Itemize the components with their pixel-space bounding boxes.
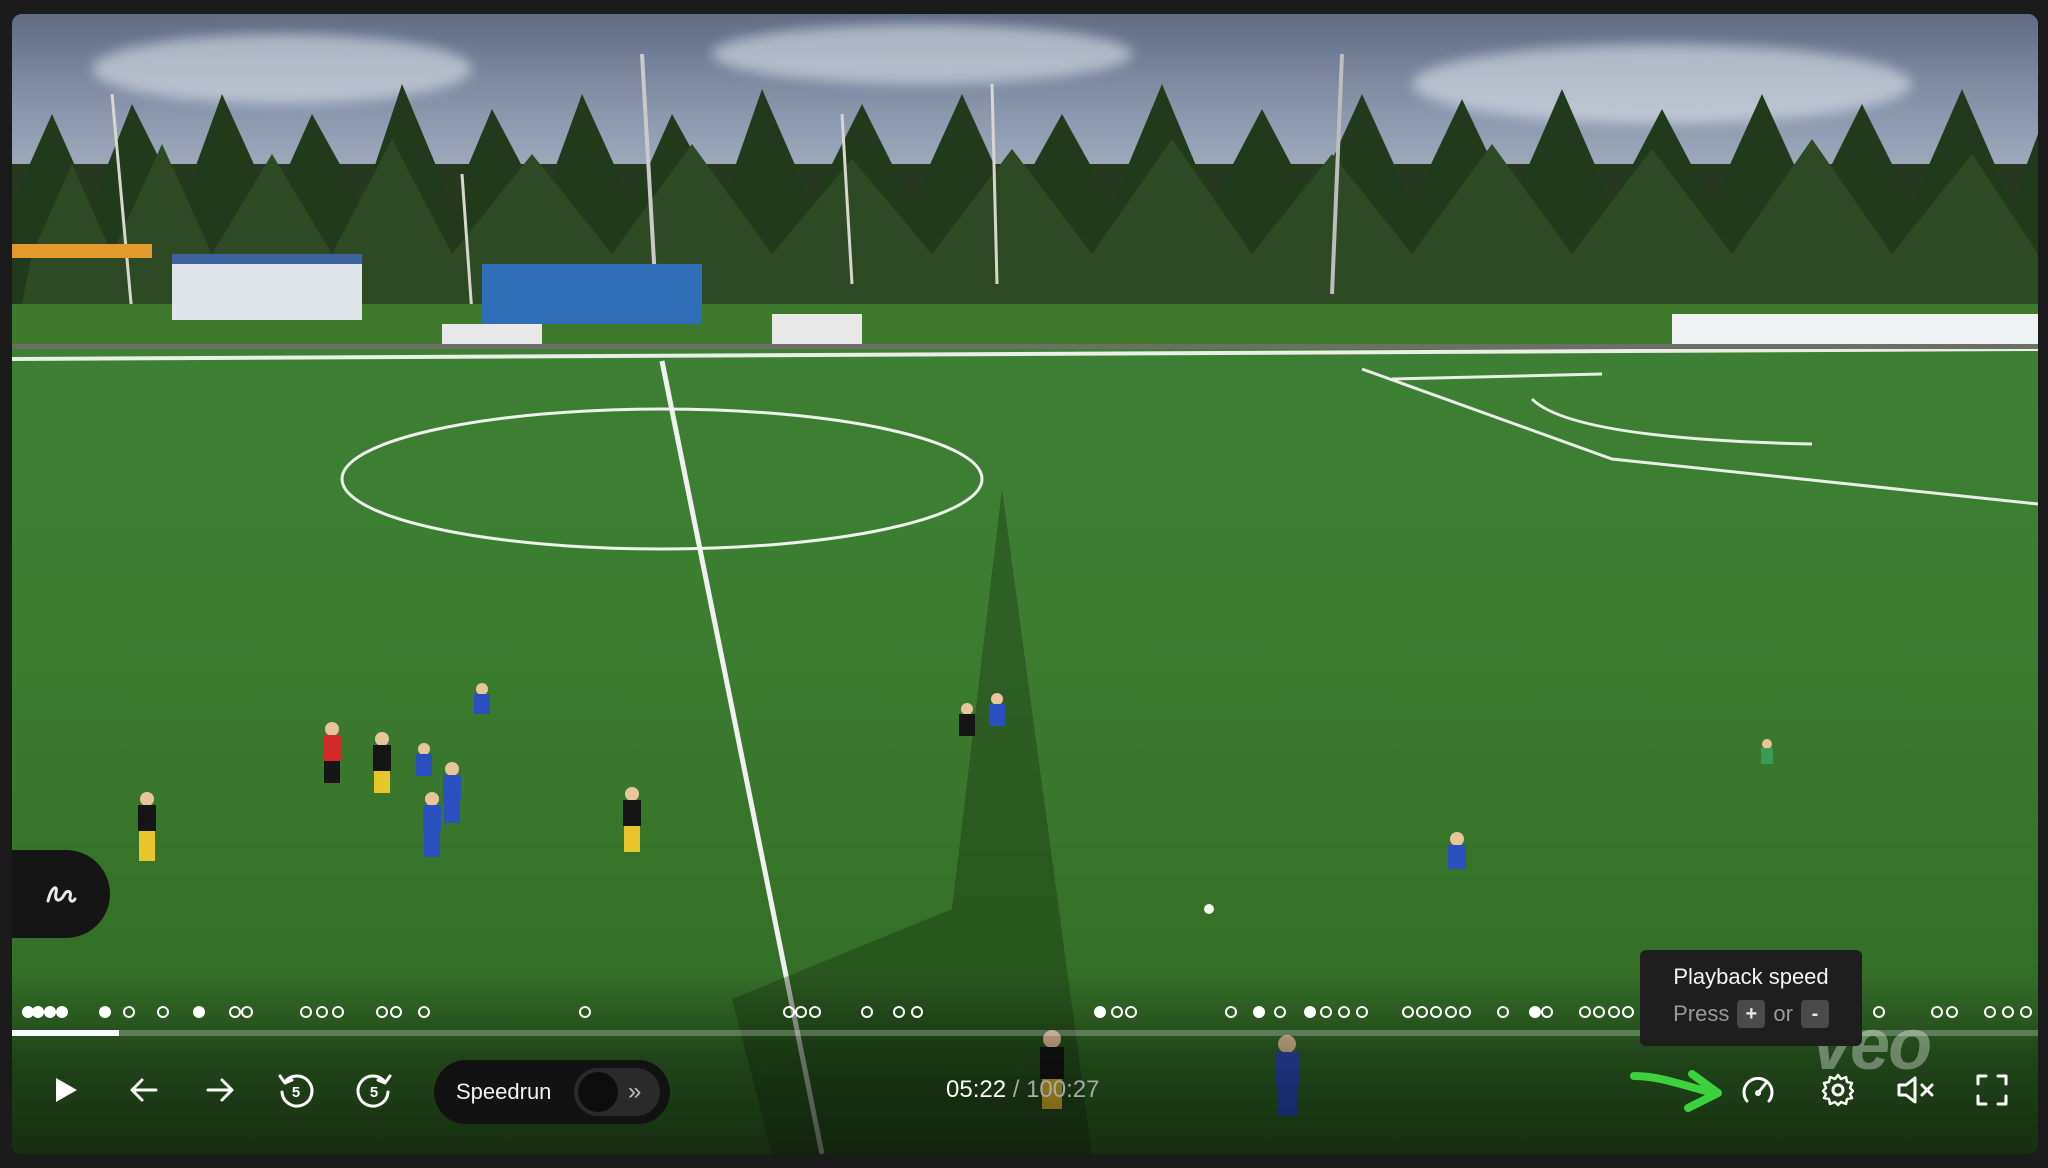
double-chevron-right-icon: » [628, 1078, 642, 1105]
rewind-5-icon: 5 [278, 1074, 314, 1108]
timeline-event-marker[interactable] [1274, 1006, 1286, 1018]
timeline-event-marker[interactable] [157, 1006, 169, 1018]
timeline-event-marker[interactable] [56, 1006, 68, 1018]
forward-5-icon: 5 [356, 1074, 392, 1108]
play-button[interactable] [40, 1064, 92, 1116]
timeline-event-marker[interactable] [1497, 1006, 1509, 1018]
timeline-event-marker[interactable] [1541, 1006, 1553, 1018]
annotation-tool-button[interactable] [12, 850, 110, 938]
scribble-icon [46, 886, 77, 903]
timeline-event-marker[interactable] [1304, 1006, 1316, 1018]
timeline-event-marker[interactable] [2020, 1006, 2032, 1018]
speedrun-label: Speedrun [456, 1079, 552, 1104]
timeline-event-marker[interactable] [1225, 1006, 1237, 1018]
background-buildings [12, 244, 2038, 354]
time-separator: / [1012, 1076, 1020, 1103]
timeline-event-marker[interactable] [1416, 1006, 1428, 1018]
key-plus: + [1737, 1000, 1766, 1028]
svg-text:5: 5 [292, 1084, 300, 1101]
timeline-event-marker[interactable] [316, 1006, 328, 1018]
mute-button[interactable] [1890, 1064, 1942, 1116]
playback-speed-button[interactable] [1732, 1064, 1784, 1116]
tooltip-press: Press [1673, 1001, 1730, 1026]
timeline-event-marker[interactable] [2002, 1006, 2014, 1018]
playback-speed-tooltip: Playback speed Press + or - [1640, 950, 1862, 1046]
fullscreen-button[interactable] [1966, 1064, 2018, 1116]
speedometer-icon [1742, 1076, 1774, 1103]
play-icon [56, 1078, 77, 1102]
timeline-event-marker[interactable] [193, 1006, 205, 1018]
timeline-event-marker[interactable] [1430, 1006, 1442, 1018]
video-player[interactable]: veo 5 5 Speedrun » 05:22 / 100:27 Playba… [12, 14, 2038, 1154]
seek-bar-progress [12, 1030, 120, 1036]
gear-icon [1821, 1073, 1855, 1107]
timeline-event-marker[interactable] [32, 1006, 44, 1018]
timeline-event-marker[interactable] [418, 1006, 430, 1018]
timeline-event-marker[interactable] [1946, 1006, 1958, 1018]
timeline-event-marker[interactable] [123, 1006, 135, 1018]
next-event-button[interactable] [194, 1064, 246, 1116]
timeline-event-marker[interactable] [1608, 1006, 1620, 1018]
timeline-event-marker[interactable] [809, 1006, 821, 1018]
timeline-event-marker[interactable] [376, 1006, 388, 1018]
timeline-event-marker[interactable] [1253, 1006, 1265, 1018]
previous-event-button[interactable] [118, 1064, 170, 1116]
timeline-event-marker[interactable] [300, 1006, 312, 1018]
timeline-event-marker[interactable] [861, 1006, 873, 1018]
fullscreen-icon [1976, 1074, 2008, 1106]
arrow-left-icon [130, 1078, 158, 1102]
timeline-event-marker[interactable] [44, 1006, 56, 1018]
timeline-event-marker[interactable] [911, 1006, 923, 1018]
speedrun-switch-knob [578, 1072, 618, 1112]
timeline-event-marker[interactable] [390, 1006, 402, 1018]
tooltip-title: Playback speed [1673, 964, 1829, 989]
timeline-event-marker[interactable] [1338, 1006, 1350, 1018]
tooltip-hint: Press + or - [1640, 1000, 1862, 1028]
forward-5-button[interactable]: 5 [348, 1064, 400, 1116]
timeline-event-marker[interactable] [783, 1006, 795, 1018]
timeline-event-marker[interactable] [1459, 1006, 1471, 1018]
timeline-event-marker[interactable] [332, 1006, 344, 1018]
speedrun-switch[interactable]: » [574, 1068, 660, 1116]
timeline-event-marker[interactable] [99, 1006, 111, 1018]
timeline-event-marker[interactable] [1402, 1006, 1414, 1018]
timeline-event-marker[interactable] [1094, 1006, 1106, 1018]
timeline-event-marker[interactable] [1579, 1006, 1591, 1018]
rewind-5-button[interactable]: 5 [270, 1064, 322, 1116]
timeline-event-marker[interactable] [241, 1006, 253, 1018]
timeline-event-marker[interactable] [893, 1006, 905, 1018]
timeline-event-marker[interactable] [1622, 1006, 1634, 1018]
current-time: 05:22 [946, 1076, 1007, 1103]
timeline-event-marker[interactable] [1873, 1006, 1885, 1018]
settings-button[interactable] [1812, 1064, 1864, 1116]
timeline-event-marker[interactable] [1593, 1006, 1605, 1018]
timeline-event-marker[interactable] [1931, 1006, 1943, 1018]
tooltip-or: or [1773, 1001, 1793, 1026]
highlight-arrow-icon [1630, 1070, 1722, 1112]
timeline-event-marker[interactable] [1445, 1006, 1457, 1018]
svg-text:5: 5 [370, 1084, 378, 1101]
time-display: 05:22 / 100:27 [946, 1076, 1099, 1104]
timeline-event-marker[interactable] [579, 1006, 591, 1018]
timeline-event-marker[interactable] [1529, 1006, 1541, 1018]
duration: 100:27 [1026, 1076, 1100, 1103]
timeline-event-marker[interactable] [1125, 1006, 1137, 1018]
timeline-event-marker[interactable] [229, 1006, 241, 1018]
timeline-event-marker[interactable] [1111, 1006, 1123, 1018]
arrow-right-icon [206, 1078, 234, 1102]
key-minus: - [1800, 1000, 1829, 1028]
timeline-event-marker[interactable] [1320, 1006, 1332, 1018]
speedrun-toggle-group[interactable]: Speedrun » [434, 1060, 670, 1124]
speaker-muted-icon [1897, 1076, 1934, 1104]
timeline-event-marker[interactable] [1356, 1006, 1368, 1018]
timeline-event-marker[interactable] [1984, 1006, 1996, 1018]
timeline-event-marker[interactable] [795, 1006, 807, 1018]
